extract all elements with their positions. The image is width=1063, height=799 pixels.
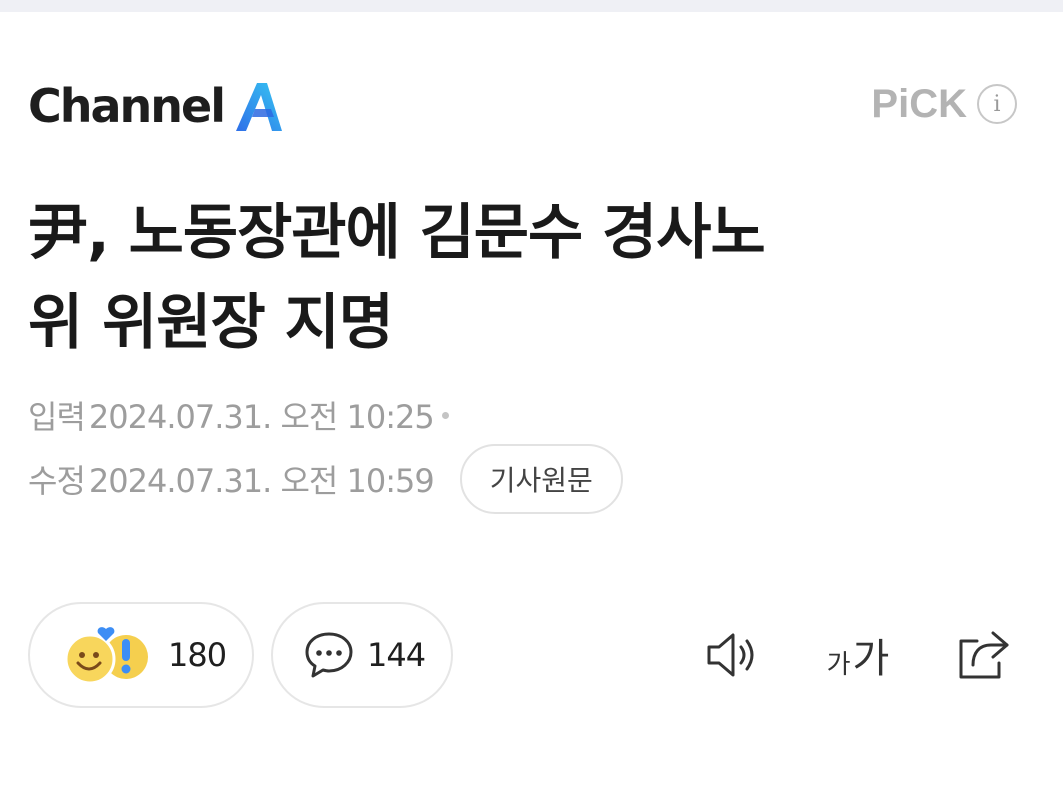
- published-row: 입력 2024.07.31. 오전 10:25: [28, 392, 449, 438]
- comment-bubble-icon: [305, 632, 353, 678]
- status-strip: [0, 0, 1063, 12]
- text-to-speech-button[interactable]: [700, 622, 766, 688]
- published-datetime: 2024.07.31. 오전 10:25: [88, 398, 435, 436]
- headline-line-1: 尹, 노동장관에 김문수 경사노: [28, 198, 766, 268]
- font-large-glyph: 가: [852, 636, 890, 682]
- headline-line-2: 위 위원장 지명: [28, 288, 394, 358]
- share-button[interactable]: [950, 622, 1016, 688]
- separator-dot: [441, 411, 449, 419]
- reaction-count: 180: [168, 636, 227, 674]
- pick-badge[interactable]: PiCK i: [871, 84, 1017, 124]
- info-glyph: i: [993, 91, 1001, 117]
- channel-a-logo[interactable]: Channel: [28, 76, 288, 136]
- modified-datetime: 2024.07.31. 오전 10:59: [88, 462, 435, 500]
- original-article-button[interactable]: 기사원문: [459, 444, 623, 514]
- emoji-reaction-icon: [64, 627, 148, 685]
- reaction-button[interactable]: 180: [28, 602, 254, 708]
- share-icon: [959, 631, 1009, 679]
- modified-row: 수정 2024.07.31. 오전 10:59 기사원문: [28, 444, 623, 514]
- comment-count: 144: [367, 636, 426, 674]
- info-icon[interactable]: i: [977, 84, 1017, 124]
- font-small-glyph: 가: [826, 649, 851, 680]
- brand-name: Channel: [28, 79, 226, 133]
- published-label: 입력: [28, 398, 86, 436]
- channel-a-mark-icon: [236, 83, 283, 131]
- pick-label: PiCK: [871, 82, 967, 126]
- article-headline: 尹, 노동장관에 김문수 경사노 위 위원장 지명: [28, 188, 1028, 368]
- comment-button[interactable]: 144: [271, 602, 453, 708]
- speaker-icon: [707, 633, 754, 677]
- font-size-button[interactable]: 가 가: [818, 622, 898, 688]
- modified-label: 수정: [28, 462, 86, 500]
